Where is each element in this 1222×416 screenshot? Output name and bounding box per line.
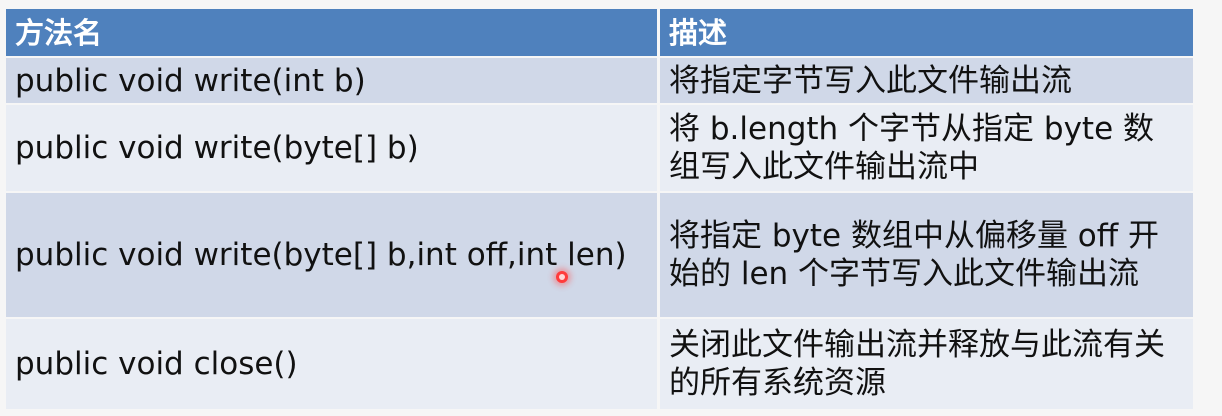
- methods-table: 方法名 描述 public void write(int b) 将指定字节写入此…: [6, 9, 1193, 411]
- description-text: 关闭此文件输出流并释放与此流有关的所有系统资源: [669, 327, 1165, 401]
- method-cell: public void write(byte[] b,int off,int l…: [6, 193, 657, 317]
- description-cell: 关闭此文件输出流并释放与此流有关的所有系统资源: [660, 319, 1193, 409]
- method-cell: public void write(byte[] b): [6, 105, 657, 191]
- header-description: 描述: [660, 9, 1193, 56]
- description-text: 将指定 byte 数组中从偏移量 off 开始的 len 个字节写入此文件输出流: [669, 218, 1159, 292]
- description-cell: 将 b.length 个字节从指定 byte 数组写入此文件输出流中: [660, 105, 1193, 191]
- header-method-name: 方法名: [6, 9, 657, 56]
- table-row: public void write(byte[] b,int off,int l…: [6, 193, 1193, 317]
- table-row: public void write(byte[] b) 将 b.length 个…: [6, 105, 1193, 191]
- method-cell: public void close(): [6, 319, 657, 409]
- table-row: public void close() 关闭此文件输出流并释放与此流有关的所有系…: [6, 319, 1193, 409]
- mouse-pointer-icon: [556, 271, 568, 283]
- description-text: 将 b.length 个字节从指定 byte 数组写入此文件输出流中: [669, 111, 1155, 185]
- table-header: 方法名 描述: [6, 9, 1193, 56]
- description-cell: 将指定 byte 数组中从偏移量 off 开始的 len 个字节写入此文件输出流: [660, 193, 1193, 317]
- description-cell: 将指定字节写入此文件输出流: [660, 58, 1193, 103]
- table-row: public void write(int b) 将指定字节写入此文件输出流: [6, 58, 1193, 103]
- method-cell: public void write(int b): [6, 58, 657, 103]
- description-text: 将指定字节写入此文件输出流: [669, 62, 1072, 99]
